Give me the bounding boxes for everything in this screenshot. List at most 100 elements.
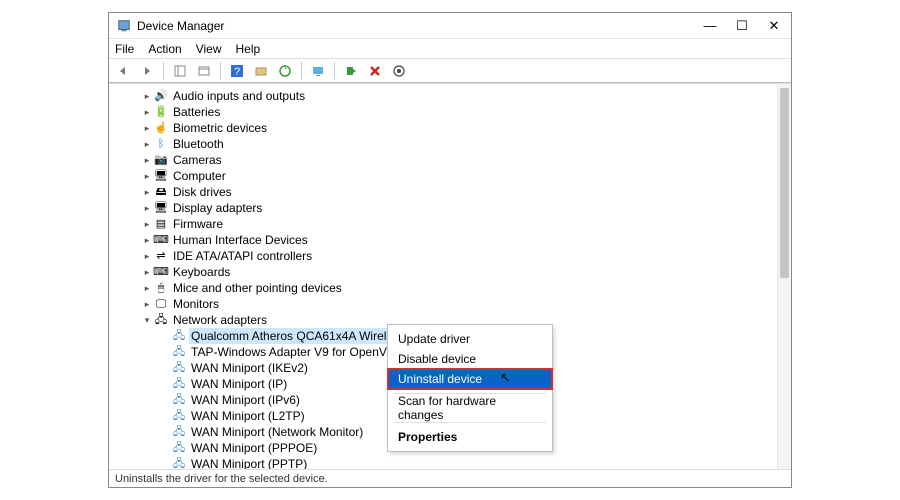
context-scan-hardware[interactable]: Scan for hardware changes bbox=[388, 398, 552, 418]
expand-arrow-icon[interactable]: ▸ bbox=[141, 184, 153, 200]
menu-help[interactable]: Help bbox=[236, 42, 261, 56]
tree-item-label: Mice and other pointing devices bbox=[171, 280, 344, 296]
device-category-icon: 🖧 bbox=[171, 409, 187, 423]
tree-item-label: TAP-Windows Adapter V9 for OpenVPN bbox=[189, 344, 406, 360]
disable-device-toolbar-button[interactable] bbox=[389, 61, 409, 81]
device-category-icon: 🖥 bbox=[153, 201, 169, 215]
device-category-icon: ▤ bbox=[153, 217, 169, 231]
tree-category[interactable]: ▸ᛒBluetooth bbox=[113, 136, 791, 152]
context-disable-device[interactable]: Disable device bbox=[388, 349, 552, 369]
window-title: Device Manager bbox=[137, 19, 703, 33]
tree-item-label: Disk drives bbox=[171, 184, 234, 200]
close-button[interactable]: ✕ bbox=[767, 19, 781, 33]
update-driver-toolbar-button[interactable] bbox=[275, 61, 295, 81]
tree-category[interactable]: ▸🔋Batteries bbox=[113, 104, 791, 120]
tree-item-label: WAN Miniport (IP) bbox=[189, 376, 289, 392]
tree-item-label: WAN Miniport (IPv6) bbox=[189, 392, 302, 408]
device-category-icon: 🖧 bbox=[153, 313, 169, 327]
expand-arrow-icon[interactable]: ▸ bbox=[141, 136, 153, 152]
tree-category[interactable]: ▸🖥Display adapters bbox=[113, 200, 791, 216]
vertical-scrollbar[interactable] bbox=[777, 84, 791, 469]
tree-item-label: WAN Miniport (IKEv2) bbox=[189, 360, 310, 376]
tree-device[interactable]: 🖧WAN Miniport (PPTP) bbox=[113, 456, 791, 469]
expand-arrow-icon[interactable]: ▸ bbox=[141, 264, 153, 280]
device-category-icon: ᛒ bbox=[153, 137, 169, 151]
tree-category[interactable]: ▸☝Biometric devices bbox=[113, 120, 791, 136]
expand-arrow-icon[interactable]: ▸ bbox=[141, 152, 153, 168]
tree-item-label: WAN Miniport (L2TP) bbox=[189, 408, 307, 424]
device-category-icon: 🖧 bbox=[171, 393, 187, 407]
tree-category[interactable]: ▸🖴Disk drives bbox=[113, 184, 791, 200]
tree-item-label: Computer bbox=[171, 168, 228, 184]
device-category-icon: 🖴 bbox=[153, 185, 169, 199]
expand-arrow-icon[interactable]: ▸ bbox=[141, 280, 153, 296]
tree-category[interactable]: ▸⇌IDE ATA/ATAPI controllers bbox=[113, 248, 791, 264]
context-uninstall-device[interactable]: Uninstall device bbox=[388, 369, 552, 389]
expand-arrow-icon[interactable]: ▸ bbox=[141, 216, 153, 232]
maximize-button[interactable]: ☐ bbox=[735, 19, 749, 33]
device-category-icon: 🖱 bbox=[153, 281, 169, 295]
device-category-icon: ⇌ bbox=[153, 249, 169, 263]
scan-hardware-toolbar-button[interactable] bbox=[251, 61, 271, 81]
device-category-icon: 🖧 bbox=[171, 345, 187, 359]
expand-arrow-icon[interactable]: ▸ bbox=[141, 232, 153, 248]
properties-toolbar-button[interactable] bbox=[194, 61, 214, 81]
tree-category[interactable]: ▸📷Cameras bbox=[113, 152, 791, 168]
forward-button[interactable] bbox=[137, 61, 157, 81]
back-button[interactable] bbox=[113, 61, 133, 81]
monitor-toolbar-button[interactable] bbox=[308, 61, 328, 81]
tree-category[interactable]: ▸🖵Monitors bbox=[113, 296, 791, 312]
device-category-icon: 🖵 bbox=[153, 297, 169, 311]
status-text: Uninstalls the driver for the selected d… bbox=[115, 473, 328, 485]
expand-arrow-icon[interactable]: ▸ bbox=[141, 200, 153, 216]
context-separator bbox=[394, 422, 546, 423]
tree-item-label: Network adapters bbox=[171, 312, 269, 328]
expand-arrow-icon[interactable]: ▸ bbox=[141, 120, 153, 136]
device-category-icon: ☝ bbox=[153, 121, 169, 135]
help-toolbar-button[interactable]: ? bbox=[227, 61, 247, 81]
scrollbar-thumb[interactable] bbox=[780, 88, 789, 278]
svg-text:?: ? bbox=[234, 66, 240, 78]
device-category-icon: ⌨ bbox=[153, 265, 169, 279]
context-properties[interactable]: Properties bbox=[388, 427, 552, 447]
tree-category[interactable]: ▸🔊Audio inputs and outputs bbox=[113, 88, 791, 104]
device-category-icon: 🖧 bbox=[171, 457, 187, 469]
device-category-icon: 🖧 bbox=[171, 329, 187, 343]
expand-arrow-icon[interactable]: ▸ bbox=[141, 168, 153, 184]
uninstall-device-toolbar-button[interactable] bbox=[365, 61, 385, 81]
tree-category[interactable]: ▸🖱Mice and other pointing devices bbox=[113, 280, 791, 296]
context-update-driver[interactable]: Update driver bbox=[388, 329, 552, 349]
expand-arrow-icon[interactable]: ▾ bbox=[141, 312, 153, 328]
tree-item-label: Audio inputs and outputs bbox=[171, 88, 307, 104]
device-category-icon: 🖧 bbox=[171, 361, 187, 375]
expand-arrow-icon[interactable]: ▸ bbox=[141, 248, 153, 264]
tree-category[interactable]: ▸⌨Keyboards bbox=[113, 264, 791, 280]
menu-view[interactable]: View bbox=[196, 42, 222, 56]
device-category-icon: 🖧 bbox=[171, 425, 187, 439]
device-category-icon: 📷 bbox=[153, 153, 169, 167]
device-category-icon: ⌨ bbox=[153, 233, 169, 247]
expand-arrow-icon[interactable]: ▸ bbox=[141, 88, 153, 104]
tree-item-label: WAN Miniport (Network Monitor) bbox=[189, 424, 365, 440]
tree-category[interactable]: ▸⌨Human Interface Devices bbox=[113, 232, 791, 248]
tree-category[interactable]: ▸🖥Computer bbox=[113, 168, 791, 184]
show-hide-tree-button[interactable] bbox=[170, 61, 190, 81]
app-icon bbox=[117, 19, 131, 33]
tree-item-label: Human Interface Devices bbox=[171, 232, 310, 248]
tree-item-label: Bluetooth bbox=[171, 136, 226, 152]
minimize-button[interactable]: ― bbox=[703, 19, 717, 33]
tree-item-label: Batteries bbox=[171, 104, 222, 120]
tree-item-label: Firmware bbox=[171, 216, 225, 232]
device-category-icon: 🔊 bbox=[153, 89, 169, 103]
tree-item-label: Cameras bbox=[171, 152, 224, 168]
expand-arrow-icon[interactable]: ▸ bbox=[141, 296, 153, 312]
menu-file[interactable]: File bbox=[115, 42, 134, 56]
menu-action[interactable]: Action bbox=[148, 42, 181, 56]
toolbar: ? bbox=[109, 59, 791, 83]
device-category-icon: 🖥 bbox=[153, 169, 169, 183]
tree-item-label: WAN Miniport (PPPOE) bbox=[189, 440, 319, 456]
expand-arrow-icon[interactable]: ▸ bbox=[141, 104, 153, 120]
tree-category[interactable]: ▸▤Firmware bbox=[113, 216, 791, 232]
titlebar: Device Manager ― ☐ ✕ bbox=[109, 13, 791, 39]
enable-device-toolbar-button[interactable] bbox=[341, 61, 361, 81]
